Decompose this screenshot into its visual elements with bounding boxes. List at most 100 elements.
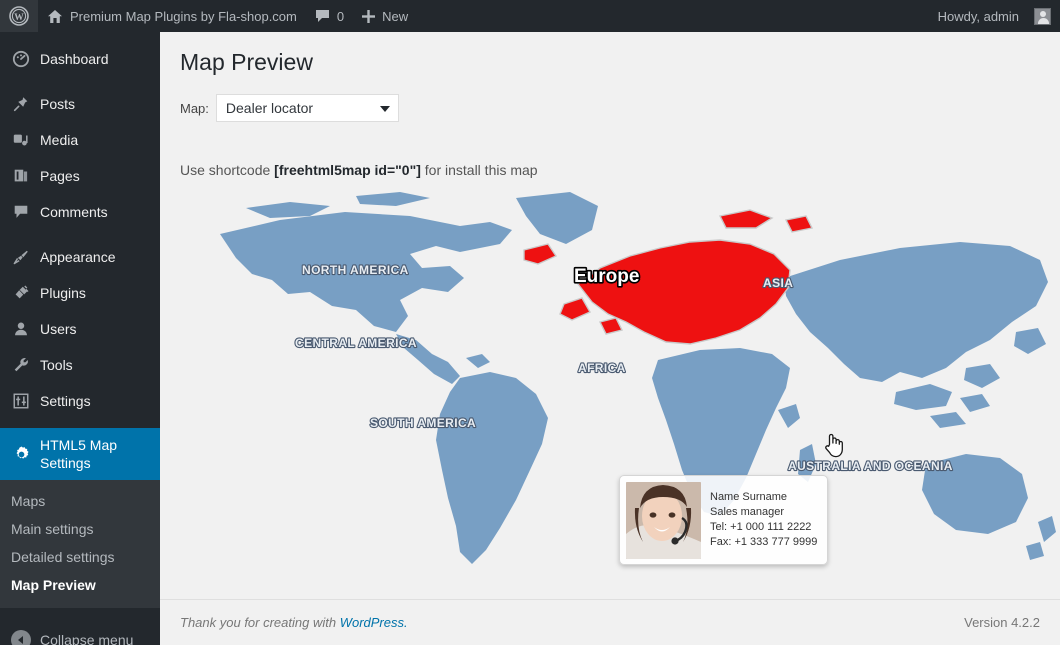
menu-spacer-2 — [0, 230, 160, 239]
gear-icon — [11, 444, 31, 464]
new-label: New — [382, 9, 408, 24]
menu-spacer-top — [0, 32, 160, 41]
sidebar-item-label: HTML5 Map Settings — [40, 436, 160, 472]
shortcode-suffix: for install this map — [421, 162, 538, 178]
person-photo-icon — [626, 482, 701, 559]
shortcode-prefix: Use shortcode — [180, 162, 274, 178]
sidebar-item-label: Appearance — [40, 248, 160, 266]
tooltip-role: Sales manager — [710, 505, 817, 520]
menu-spacer-1 — [0, 77, 160, 86]
user-icon — [11, 319, 31, 339]
plus-icon — [362, 10, 375, 23]
sidebar-item-label: Tools — [40, 356, 160, 374]
sidebar-item-plugins[interactable]: Plugins — [0, 275, 160, 311]
media-icon — [11, 130, 31, 150]
map-region-asia[interactable] — [784, 242, 1048, 388]
footer-thanks-text: Thank you for creating with — [180, 615, 340, 630]
world-map-preview[interactable]: NORTH AMERICA CENTRAL AMERICA SOUTH AMER… — [160, 182, 1060, 597]
map-label-central-america: CENTRAL AMERICA — [295, 336, 417, 350]
map-label-asia: ASIA — [763, 276, 793, 290]
pages-icon — [11, 166, 31, 186]
sidebar-item-label: Settings — [40, 392, 160, 410]
map-region-southeast-asia-islands[interactable] — [894, 384, 990, 428]
map-label-africa: AFRICA — [578, 361, 626, 375]
sidebar-item-label: Users — [40, 320, 160, 338]
site-title: Premium Map Plugins by Fla-shop.com — [70, 9, 297, 24]
map-tooltip-card: Name Surname Sales manager Tel: +1 000 1… — [619, 475, 828, 565]
my-account-menu[interactable]: Howdy, admin — [929, 0, 1060, 32]
main-content: Map Preview Map: Dealer locator Use shor… — [160, 32, 1060, 645]
sidebar-item-html5-map-settings[interactable]: HTML5 Map Settings — [0, 428, 160, 480]
sidebar-item-label: Posts — [40, 95, 160, 113]
map-label-australia-oceania: AUSTRALIA AND OCEANIA — [788, 459, 953, 473]
tooltip-tel: Tel: +1 000 111 2222 — [710, 520, 817, 535]
map-select-row: Map: Dealer locator — [160, 77, 1060, 122]
sidebar-item-label: Dashboard — [40, 50, 160, 68]
sidebar-item-label: Pages — [40, 167, 160, 185]
collapse-menu-label: Collapse menu — [40, 632, 133, 645]
site-name-menu[interactable]: Premium Map Plugins by Fla-shop.com — [38, 0, 306, 32]
wordpress-link[interactable]: WordPress. — [340, 615, 408, 630]
map-label-north-america: NORTH AMERICA — [302, 263, 409, 277]
sidebar-item-label: Comments — [40, 203, 160, 221]
submenu-item-maps[interactable]: Maps — [0, 487, 160, 515]
shortcode-value: [freehtml5map id="0"] — [274, 162, 421, 178]
map-select-label: Map: — [180, 101, 209, 116]
sidebar-item-dashboard[interactable]: Dashboard — [0, 41, 160, 77]
admin-sidebar: Dashboard Posts Media — [0, 32, 160, 645]
comments-menu[interactable]: 0 — [306, 0, 353, 32]
wp-logo-menu[interactable]: W — [0, 0, 38, 32]
user-avatar-icon — [1034, 8, 1051, 25]
sliders-icon — [11, 391, 31, 411]
map-region-iceland[interactable] — [524, 244, 556, 264]
sidebar-item-comments[interactable]: Comments — [0, 194, 160, 230]
home-icon — [47, 9, 63, 24]
wrench-icon — [11, 355, 31, 375]
submenu-item-map-preview[interactable]: Map Preview — [0, 571, 160, 599]
tooltip-fax: Fax: +1 333 777 9999 — [710, 535, 817, 550]
admin-footer: Thank you for creating with WordPress. V… — [160, 599, 1060, 645]
sidebar-item-users[interactable]: Users — [0, 311, 160, 347]
sidebar-item-tools[interactable]: Tools — [0, 347, 160, 383]
admin-bar-right: Howdy, admin — [929, 0, 1060, 32]
sidebar-item-label: Media — [40, 131, 160, 149]
html5-map-submenu: Maps Main settings Detailed settings Map… — [0, 480, 160, 608]
paintbrush-icon — [11, 247, 31, 267]
sidebar-item-label: Plugins — [40, 284, 160, 302]
comment-bubble-icon — [11, 202, 31, 222]
map-select[interactable]: Dealer locator — [216, 94, 399, 122]
sidebar-item-pages[interactable]: Pages — [0, 158, 160, 194]
footer-thanks: Thank you for creating with WordPress. — [180, 615, 408, 630]
wordpress-logo-icon: W — [9, 6, 29, 26]
tooltip-name: Name Surname — [710, 490, 817, 505]
map-select-wrapper: Dealer locator — [216, 94, 399, 122]
world-map-svg[interactable]: NORTH AMERICA CENTRAL AMERICA SOUTH AMER… — [160, 182, 1060, 597]
submenu-item-detailed-settings[interactable]: Detailed settings — [0, 543, 160, 571]
page-title: Map Preview — [160, 32, 1060, 77]
sidebar-item-settings[interactable]: Settings — [0, 383, 160, 419]
map-label-south-america: SOUTH AMERICA — [370, 416, 476, 430]
svg-text:W: W — [14, 13, 24, 23]
map-region-greenland[interactable] — [516, 192, 598, 244]
plug-icon — [11, 283, 31, 303]
sidebar-item-posts[interactable]: Posts — [0, 86, 160, 122]
sidebar-item-media[interactable]: Media — [0, 122, 160, 158]
menu-spacer-3 — [0, 419, 160, 428]
admin-bar: W Premium Map Plugins by Fla-shop.com 0 — [0, 0, 1060, 32]
dashboard-gauge-icon — [11, 49, 31, 69]
sidebar-item-appearance[interactable]: Appearance — [0, 239, 160, 275]
footer-version: Version 4.2.2 — [964, 615, 1040, 630]
comments-count: 0 — [337, 9, 344, 24]
howdy-label: Howdy, admin — [938, 9, 1019, 24]
new-content-menu[interactable]: New — [353, 0, 417, 32]
map-region-new-zealand[interactable] — [1026, 516, 1056, 560]
pin-icon — [11, 94, 31, 114]
chevron-left-circle-icon — [11, 630, 31, 645]
submenu-item-main-settings[interactable]: Main settings — [0, 515, 160, 543]
comment-bubble-icon — [315, 9, 330, 23]
map-label-europe: Europe — [574, 266, 639, 287]
tooltip-text-block: Name Surname Sales manager Tel: +1 000 1… — [701, 490, 817, 551]
collapse-menu-button[interactable]: Collapse menu — [0, 619, 160, 645]
map-region-south-america[interactable] — [436, 372, 548, 564]
map-region-north-america[interactable] — [220, 192, 512, 332]
